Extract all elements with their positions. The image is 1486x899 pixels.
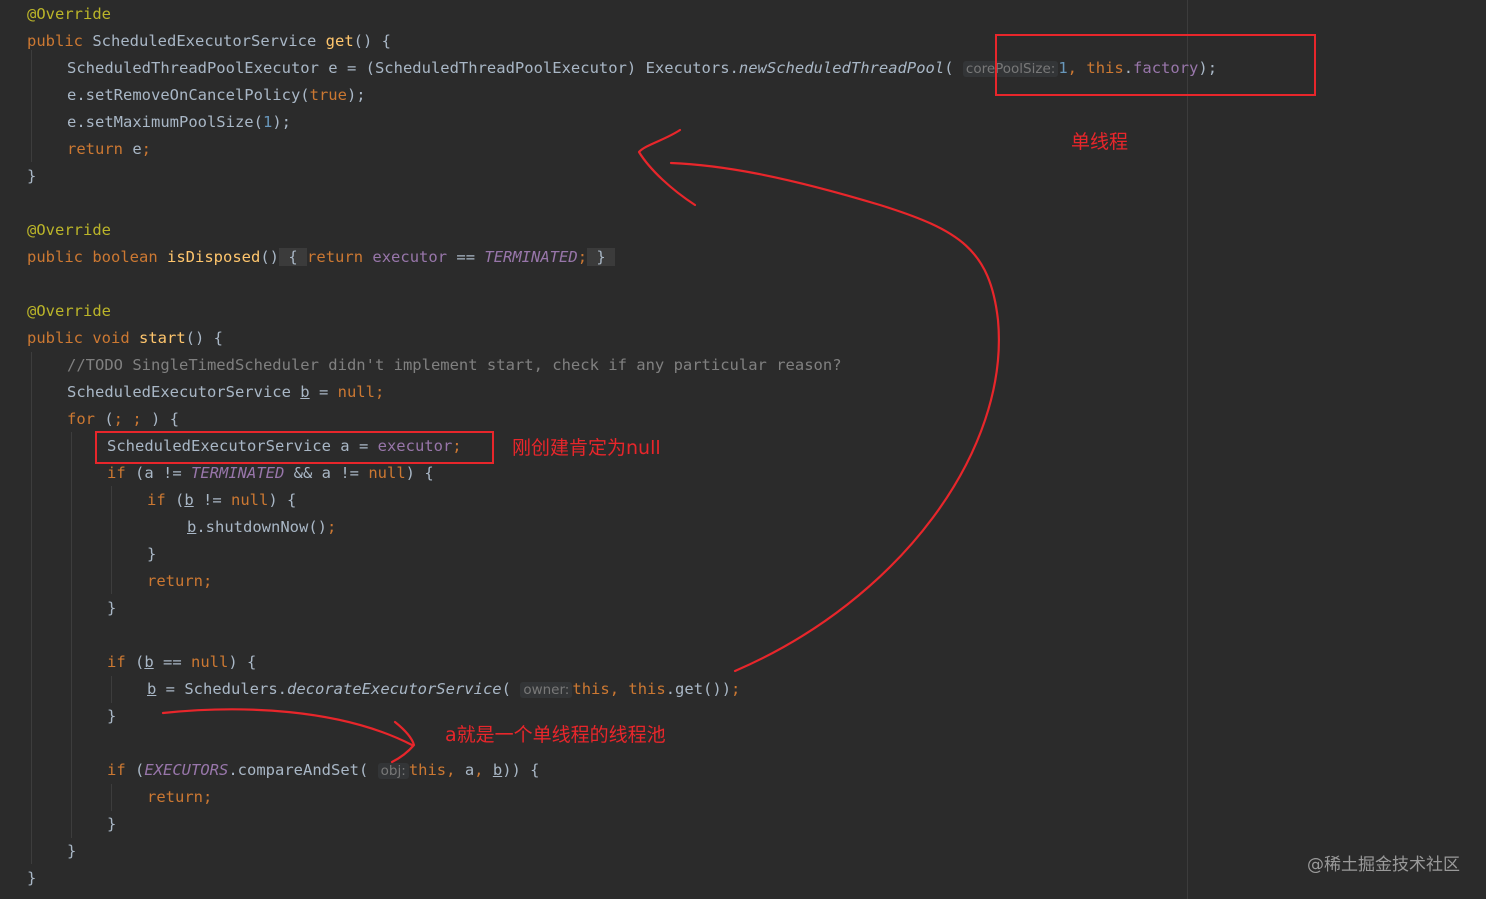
curved-arrow-up [669, 161, 1000, 673]
watermark: @稀土掘金技术社区 [1307, 855, 1460, 875]
annotation-arrows [161, 128, 1000, 764]
arrowhead-up [637, 128, 697, 207]
arrowhead-right [390, 720, 416, 764]
curved-arrow-right [161, 708, 414, 747]
